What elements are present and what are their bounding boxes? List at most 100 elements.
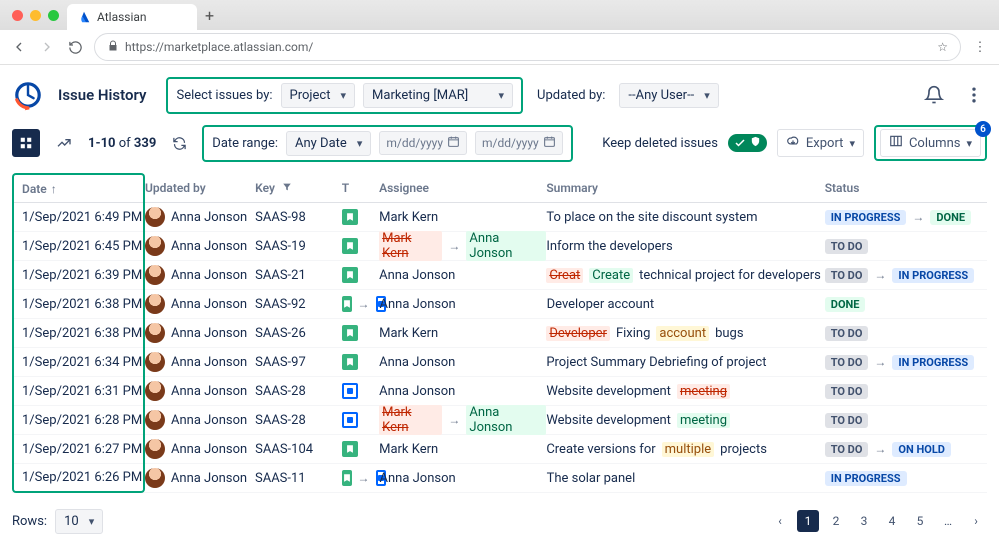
column-header-updated-by[interactable]: Updated by	[145, 181, 255, 195]
updated-by-label: Updated by:	[537, 88, 605, 103]
table-row[interactable]: 1/Sep/2021 6:38 PMAnna JonsonSAAS-92→Ann…	[12, 290, 987, 319]
status-lozenge: IN PROGRESS	[892, 355, 974, 370]
cell-type	[342, 325, 379, 341]
pagination: ‹ 12345 … ›	[769, 510, 987, 532]
bookmark-star-icon[interactable]: ☆	[937, 40, 948, 54]
cell-date: 1/Sep/2021 6:34 PM	[12, 348, 145, 377]
status-lozenge: IN PROGRESS	[825, 210, 907, 225]
page-number-button[interactable]: 2	[825, 510, 847, 532]
page-number-button[interactable]: 3	[853, 510, 875, 532]
cell-updated-by: Anna Jonson	[145, 352, 255, 372]
column-header-assignee[interactable]: Assignee	[379, 181, 546, 195]
column-header-summary[interactable]: Summary	[546, 181, 824, 195]
address-bar[interactable]: https://marketplace.atlassian.com/ ☆	[94, 33, 961, 61]
status-lozenge: TO DO	[825, 384, 869, 399]
cell-key[interactable]: SAAS-11	[255, 471, 342, 486]
notifications-icon[interactable]	[921, 82, 947, 108]
column-header-status[interactable]: Status	[825, 181, 987, 195]
avatar	[145, 410, 165, 430]
column-header-key[interactable]: Key	[255, 181, 342, 195]
chevron-down-icon: ▾	[966, 137, 972, 150]
table-row[interactable]: 1/Sep/2021 6:28 PMAnna JonsonSAAS-28Mark…	[12, 406, 987, 435]
table-row[interactable]: 1/Sep/2021 6:39 PMAnna JonsonSAAS-21Anna…	[12, 261, 987, 290]
browser-tab[interactable]: Atlassian	[67, 4, 197, 30]
task-type-icon	[342, 383, 358, 399]
page-prev-button[interactable]: ‹	[769, 510, 791, 532]
date-range-group: Date range: Any Date ▾ m/dd/yyyy m/dd/yy…	[202, 125, 572, 162]
column-header-type[interactable]: T	[342, 181, 379, 195]
grid-view-button[interactable]	[12, 129, 40, 157]
cell-updated-by: Anna Jonson	[145, 439, 255, 459]
cell-updated-by: Anna Jonson	[145, 410, 255, 430]
rows-per-page-select[interactable]: 10 ▾	[55, 509, 103, 534]
cell-summary: Inform the developers	[546, 239, 824, 254]
maximize-window-icon[interactable]	[48, 10, 59, 21]
select-project-dropdown[interactable]: Marketing [MAR] ▾	[363, 83, 513, 108]
table-header: Date ↑ Updated by Key T Assignee Summary…	[12, 173, 987, 203]
toolbar-row: 1-10 of 339 Date range: Any Date ▾ m/dd/…	[12, 123, 987, 163]
status-lozenge: IN PROGRESS	[825, 471, 907, 486]
cell-assignee: Anna Jonson	[380, 297, 547, 312]
back-icon[interactable]	[10, 38, 28, 56]
keep-deleted-toggle[interactable]	[728, 134, 767, 152]
arrow-right-icon: →	[358, 297, 370, 311]
cell-key[interactable]: SAAS-98	[255, 210, 342, 225]
page-number-button[interactable]: …	[937, 510, 959, 532]
chart-view-button[interactable]	[50, 129, 78, 157]
browser-menu-icon[interactable]: ⋮	[971, 38, 989, 56]
updated-by-dropdown[interactable]: --Any User-- ▾	[619, 83, 718, 108]
arrow-right-icon: →	[912, 210, 924, 224]
cell-key[interactable]: SAAS-21	[255, 268, 342, 283]
minimize-window-icon[interactable]	[30, 10, 41, 21]
app-area: Issue History Select issues by: Project …	[0, 65, 999, 547]
page-number-button[interactable]: 5	[909, 510, 931, 532]
cell-key[interactable]: SAAS-104	[255, 442, 342, 457]
select-issues-group: Select issues by: Project ▾ Marketing [M…	[166, 77, 523, 114]
story-type-icon	[342, 296, 352, 312]
cell-type	[342, 209, 379, 225]
avatar	[145, 323, 165, 343]
table-row[interactable]: 1/Sep/2021 6:45 PMAnna JonsonSAAS-19Mark…	[12, 232, 987, 261]
page-number-button[interactable]: 1	[797, 510, 819, 532]
cell-updated-by: Anna Jonson	[145, 381, 255, 401]
cell-type	[342, 354, 379, 370]
page-next-button[interactable]: ›	[965, 510, 987, 532]
export-button[interactable]: Export ▾	[777, 129, 864, 157]
date-range-dropdown[interactable]: Any Date ▾	[286, 131, 371, 156]
page-number-button[interactable]: 4	[881, 510, 903, 532]
cell-key[interactable]: SAAS-92	[255, 297, 342, 312]
table-row[interactable]: 1/Sep/2021 6:38 PMAnna JonsonSAAS-26Mark…	[12, 319, 987, 348]
avatar	[145, 294, 165, 314]
filter-icon	[282, 181, 292, 195]
select-mode-dropdown[interactable]: Project ▾	[281, 83, 356, 108]
table-row[interactable]: 1/Sep/2021 6:26 PMAnna JonsonSAAS-11→Ann…	[12, 464, 987, 493]
table-row[interactable]: 1/Sep/2021 6:27 PMAnna JonsonSAAS-104Mar…	[12, 435, 987, 464]
cell-key[interactable]: SAAS-28	[255, 384, 342, 399]
date-to-input[interactable]: m/dd/yyyy	[475, 131, 563, 155]
arrow-right-icon: →	[874, 442, 886, 456]
status-lozenge: IN PROGRESS	[892, 268, 974, 283]
close-window-icon[interactable]	[12, 10, 23, 21]
cell-date: 1/Sep/2021 6:26 PM	[12, 464, 145, 493]
new-tab-button[interactable]: +	[197, 6, 223, 25]
calendar-icon	[447, 135, 460, 151]
table-row[interactable]: 1/Sep/2021 6:49 PMAnna JonsonSAAS-98Mark…	[12, 203, 987, 232]
cell-status: IN PROGRESS → DONE	[825, 210, 987, 225]
table-row[interactable]: 1/Sep/2021 6:34 PMAnna JonsonSAAS-97Anna…	[12, 348, 987, 377]
cell-key[interactable]: SAAS-28	[255, 413, 342, 428]
column-header-date[interactable]: Date ↑	[12, 173, 145, 203]
refresh-icon[interactable]	[166, 130, 192, 156]
date-from-input[interactable]: m/dd/yyyy	[379, 131, 467, 155]
cell-date: 1/Sep/2021 6:39 PM	[12, 261, 145, 290]
cell-key[interactable]: SAAS-26	[255, 326, 342, 341]
cell-key[interactable]: SAAS-97	[255, 355, 342, 370]
cell-date: 1/Sep/2021 6:38 PM	[12, 290, 145, 319]
columns-button[interactable]: Columns ▾	[880, 129, 981, 157]
cell-date: 1/Sep/2021 6:45 PM	[12, 232, 145, 261]
cell-status: TO DO	[825, 413, 987, 428]
chevron-down-icon: ▾	[849, 137, 855, 150]
reload-icon[interactable]	[66, 38, 84, 56]
table-row[interactable]: 1/Sep/2021 6:31 PMAnna JonsonSAAS-28Anna…	[12, 377, 987, 406]
more-menu-icon[interactable]	[961, 82, 987, 108]
cell-key[interactable]: SAAS-19	[255, 239, 342, 254]
